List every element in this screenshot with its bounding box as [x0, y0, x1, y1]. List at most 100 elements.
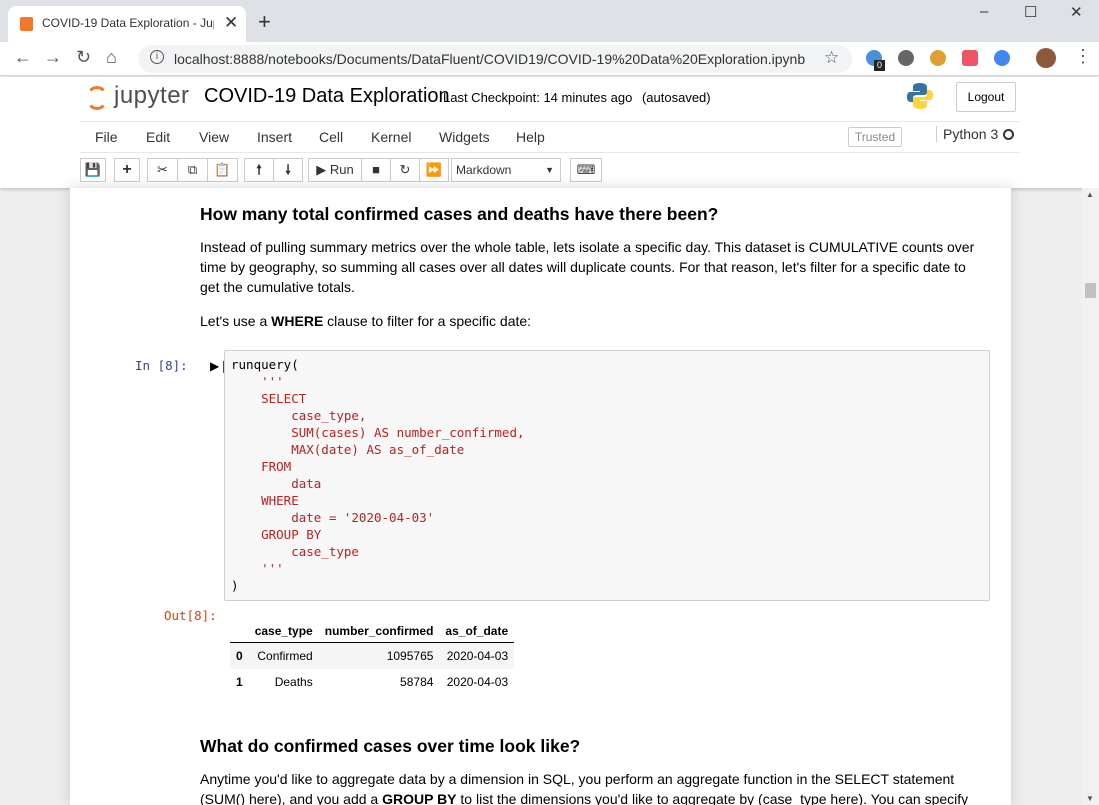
menu-view[interactable]: View [199, 129, 229, 145]
restart-run-all-button[interactable]: ⏩ [419, 158, 449, 182]
chevron-down-icon: ▼ [545, 165, 554, 175]
kernel-idle-icon [1003, 129, 1015, 140]
extension-icon[interactable] [930, 50, 946, 66]
browser-toolbar: ← → ↻ ⌂ i localhost:8888/notebooks/Docum… [0, 42, 1099, 76]
insert-cell-button[interactable]: + [114, 158, 140, 182]
paste-button[interactable]: 📋 [207, 158, 238, 182]
checkpoint-status: Last Checkpoint: 14 minutes ago (autosav… [443, 90, 711, 105]
page-scrollbar[interactable] [1082, 188, 1099, 805]
restart-button[interactable]: ↻ [390, 158, 420, 182]
table-cell: 0 [236, 649, 243, 663]
menu-file[interactable]: File [95, 129, 118, 145]
code-line: case_type, [231, 408, 367, 423]
code-line: GROUP BY [231, 527, 322, 542]
browser-menu-icon[interactable]: ⋮ [1074, 46, 1092, 67]
scrollbar-thumb[interactable] [1085, 283, 1096, 298]
text-span: (SUM() here), and you add a [200, 791, 383, 805]
code-line: SELECT [231, 391, 307, 406]
home-icon[interactable]: ⌂ [106, 47, 117, 68]
code-line: FROM [231, 459, 292, 474]
forward-arrow-icon[interactable]: → [44, 47, 62, 68]
notebook-title[interactable]: COVID-19 Data Exploration [204, 85, 450, 108]
browser-tab[interactable]: COVID-19 Data Exploration - Jup ✕ [8, 6, 246, 42]
extension-badge: 0 [874, 60, 885, 71]
table-header: as_of_date [439, 620, 515, 643]
table-cell: 2020-04-03 [446, 675, 509, 689]
jupyter-ring-icon [86, 86, 108, 110]
table-header: number_confirmed [318, 620, 440, 643]
avatar[interactable] [1036, 48, 1056, 68]
python-logo-icon [907, 83, 933, 109]
menu-edit[interactable]: Edit [146, 129, 170, 145]
table-cell: 58784 [400, 675, 434, 689]
google-extension-icon[interactable] [994, 50, 1010, 66]
interrupt-button[interactable]: ■ [361, 158, 391, 182]
cell-type-value: Markdown [456, 163, 512, 177]
copy-button[interactable]: ⧉ [177, 158, 208, 182]
menu-widgets[interactable]: Widgets [439, 129, 490, 145]
code-line: ) [231, 578, 239, 593]
extension-icon[interactable] [962, 50, 978, 66]
scroll-down-icon[interactable]: ▼ [1086, 794, 1094, 803]
info-icon[interactable]: i [150, 50, 164, 64]
new-tab-button[interactable]: + [258, 9, 271, 35]
back-arrow-icon[interactable]: ← [14, 47, 32, 68]
bookmark-star-icon[interactable]: ☆ [824, 48, 839, 68]
scroll-up-icon[interactable]: ▲ [1086, 190, 1094, 199]
reload-icon[interactable]: ↻ [76, 47, 91, 68]
table-header-row: case_type number_confirmed as_of_date [230, 620, 515, 643]
table-cell: Confirmed [257, 649, 313, 663]
markdown-paragraph: Anytime you'd like to aggregate data by … [200, 769, 980, 805]
markdown-paragraph: Instead of pulling summary metrics over … [200, 239, 975, 295]
bold-keyword: GROUP BY [382, 791, 457, 805]
kernel-name: Python 3 [943, 126, 999, 142]
output-prompt: Out[8]: [164, 608, 217, 623]
menu-kernel[interactable]: Kernel [371, 129, 411, 145]
extension-icon[interactable] [898, 50, 914, 66]
run-button[interactable]: ▶ Run [308, 158, 362, 182]
table-row: 0 Confirmed 1095765 2020-04-03 [230, 642, 515, 669]
code-text[interactable]: runquery( ''' SELECT case_type, SUM(case… [231, 356, 525, 594]
table-header [230, 620, 249, 643]
address-bar[interactable]: i localhost:8888/notebooks/Documents/Dat… [138, 45, 852, 73]
tab-close-icon[interactable]: ✕ [224, 13, 238, 33]
logout-button[interactable]: Logout [956, 82, 1016, 112]
maximize-button[interactable]: ☐ [1024, 3, 1037, 21]
keyboard-shortcuts-button[interactable]: ⌨ [570, 158, 602, 182]
menu-help[interactable]: Help [516, 129, 545, 145]
move-up-button[interactable]: 🠕 [244, 158, 274, 182]
tab-title: COVID-19 Data Exploration - Jup [42, 16, 214, 30]
notebook-container: How many total confirmed cases and death… [70, 188, 1011, 805]
kernel-indicator: Python 3 [936, 126, 1015, 142]
code-line: MAX(date) AS as_of_date [231, 442, 465, 457]
markdown-paragraph: Let's use a WHERE clause to filter for a… [200, 311, 980, 331]
url-text[interactable]: localhost:8888/notebooks/Documents/DataF… [174, 51, 805, 67]
input-prompt: In [8]: [135, 358, 188, 373]
cut-button[interactable]: ✂ [147, 158, 178, 182]
menu-bar: File Edit View Insert Cell Kernel Widget… [80, 121, 1020, 153]
checkpoint-text: Last Checkpoint: 14 minutes ago [443, 90, 633, 105]
cell-type-select[interactable]: Markdown ▼ [451, 158, 561, 182]
text-line: Anytime you'd like to aggregate data by … [200, 771, 955, 787]
code-line: runquery( [231, 357, 299, 372]
autosave-text: (autosaved) [641, 90, 711, 105]
code-cell-editor[interactable]: runquery( ''' SELECT case_type, SUM(case… [224, 350, 990, 601]
close-window-button[interactable]: ✕ [1070, 3, 1083, 21]
table-cell: Deaths [274, 675, 313, 689]
menu-cell[interactable]: Cell [319, 129, 343, 145]
markdown-heading: What do confirmed cases over time look l… [200, 736, 581, 756]
browser-tab-strip: COVID-19 Data Exploration - Jup ✕ + – ☐ … [0, 0, 1099, 42]
table-header: case_type [248, 620, 319, 643]
code-line: SUM(cases) AS number_confirmed, [231, 425, 525, 440]
move-down-button[interactable]: 🠗 [273, 158, 303, 182]
run-label: Run [329, 162, 354, 177]
menu-insert[interactable]: Insert [257, 129, 292, 145]
table-row: 1 Deaths 58784 2020-04-03 [230, 669, 515, 695]
save-button[interactable]: 💾 [80, 158, 106, 182]
output-dataframe: case_type number_confirmed as_of_date 0 … [230, 620, 515, 695]
text-span: Let's use a [200, 313, 272, 329]
table-cell: 2020-04-03 [446, 649, 509, 663]
minimize-button[interactable]: – [980, 3, 988, 20]
trusted-indicator[interactable]: Trusted [848, 127, 902, 147]
run-icon: ▶ [316, 162, 327, 177]
